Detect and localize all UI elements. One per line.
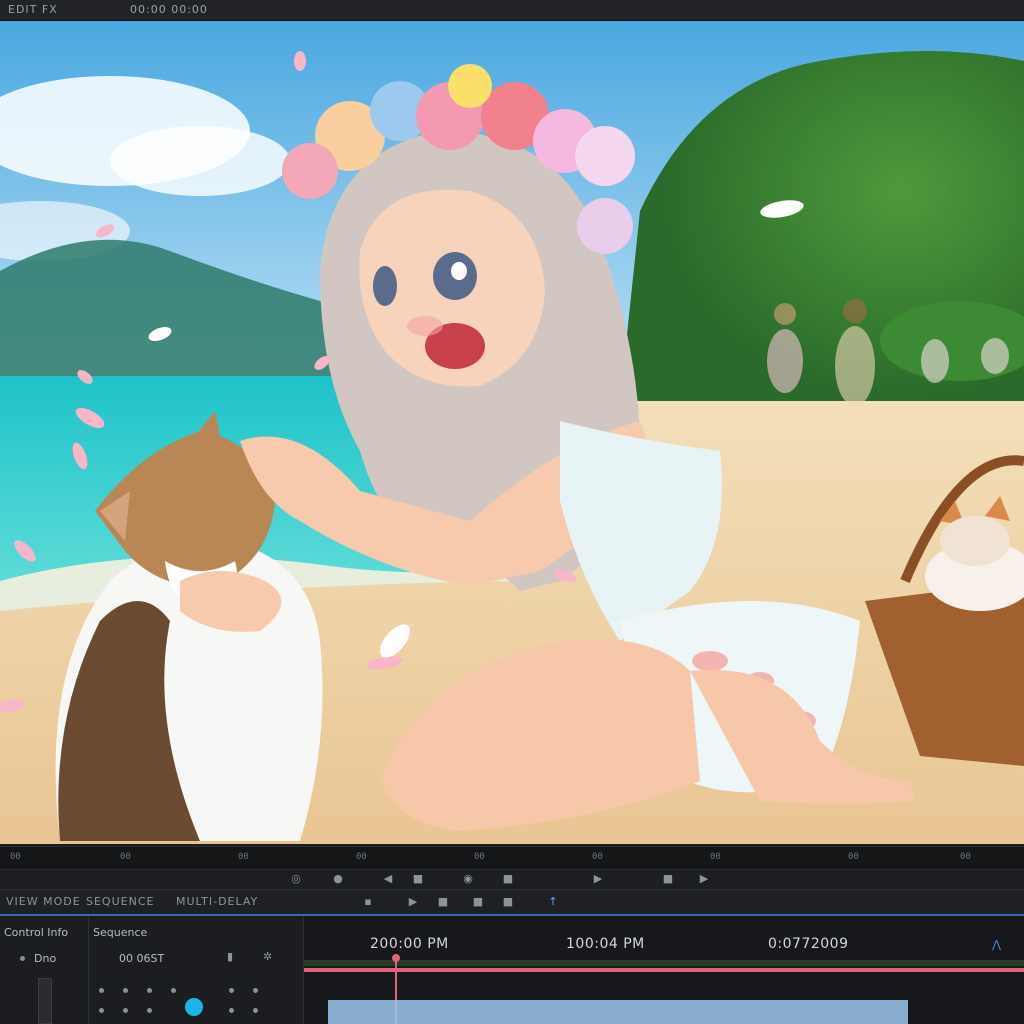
ruler-tick-label: 00 — [474, 852, 485, 862]
video-clip[interactable] — [328, 1000, 908, 1024]
stop-icon[interactable]: ■ — [500, 872, 516, 886]
bars-icon[interactable]: ▮ — [227, 950, 233, 963]
tab-multi-delay[interactable]: MULTI-DELAY — [176, 895, 258, 908]
gear-icon[interactable]: ✲ — [263, 950, 272, 963]
ruler-tick-label: 00 — [592, 852, 603, 862]
control-dot[interactable] — [99, 988, 104, 993]
panel-tab-strip: VIEW MODE SEQUENCE MULTI-DELAY ▪ ▶ ■ ■ ■… — [0, 889, 1024, 916]
menu-label[interactable]: EDIT FX — [8, 3, 58, 16]
zoom-icon[interactable]: ⋀ — [992, 938, 1001, 951]
control-info-panel: Control Info Dno — [0, 916, 89, 1024]
app-title-bar: EDIT FX 00:00 00:00 — [0, 0, 1024, 21]
ruler-tick-label: 00 — [710, 852, 721, 862]
control-dot[interactable] — [147, 988, 152, 993]
timeline-panel[interactable]: 200:00 PM 100:04 PM 0:0772009 ⋀ — [304, 916, 1024, 1024]
transport-controls: ◎ ● ◀ ■ ◉ ■ ▶ ■ ▶ — [0, 870, 1024, 888]
panel-title: Control Info — [4, 926, 69, 939]
loop-icon[interactable]: ◎ — [288, 872, 304, 886]
record-icon[interactable]: ● — [330, 872, 346, 886]
play-head-icon[interactable]: ◉ — [460, 872, 476, 886]
panel-title: Sequence — [93, 926, 148, 939]
active-toggle-button[interactable] — [185, 998, 203, 1016]
preview-viewer[interactable] — [0, 21, 1024, 844]
panel-value: Dno — [34, 952, 57, 965]
stop-icon[interactable]: ■ — [470, 895, 486, 909]
control-dot[interactable] — [147, 1008, 152, 1013]
control-dot[interactable] — [99, 1008, 104, 1013]
ruler-tick-label: 00 — [120, 852, 131, 862]
vertical-fader[interactable] — [38, 978, 52, 1024]
step-forward-icon[interactable]: ▶ — [696, 872, 712, 886]
control-dot[interactable] — [229, 988, 234, 993]
timecode-start: 200:00 PM — [370, 936, 449, 952]
timeline-range-bar[interactable] — [304, 968, 1024, 972]
timecode-readout: 00:00 00:00 — [130, 3, 208, 16]
ruler-tick-label: 00 — [848, 852, 859, 862]
status-dot — [20, 956, 25, 961]
sequence-panel: Sequence 00 06ST ▮ ✲ — [89, 916, 304, 1024]
audio-waveform-strip — [304, 960, 1024, 966]
time-ruler[interactable]: 00 00 00 00 00 00 00 00 00 — [0, 846, 1024, 870]
play-icon[interactable]: ▶ — [405, 895, 421, 909]
tab-sequence[interactable]: SEQUENCE — [86, 895, 154, 908]
ruler-tick-label: 00 — [10, 852, 21, 862]
play-icon[interactable]: ▶ — [590, 872, 606, 886]
control-dot[interactable] — [253, 1008, 258, 1013]
timecode-mid: 100:04 PM — [566, 936, 645, 952]
marker-icon[interactable]: ↑ — [545, 895, 561, 909]
tab-view-mode[interactable]: VIEW MODE — [6, 895, 81, 908]
ruler-tick-label: 00 — [356, 852, 367, 862]
playhead-handle[interactable] — [392, 954, 400, 962]
stop-icon[interactable]: ■ — [660, 872, 676, 886]
control-dot[interactable] — [253, 988, 258, 993]
small-stop-icon[interactable]: ▪ — [360, 895, 376, 909]
control-dot[interactable] — [123, 988, 128, 993]
panel-value: 00 06ST — [119, 952, 165, 965]
preview-frame-image — [0, 21, 1024, 844]
ruler-tick-label: 00 — [960, 852, 971, 862]
control-dot[interactable] — [123, 1008, 128, 1013]
stop-icon[interactable]: ■ — [410, 872, 426, 886]
step-back-icon[interactable]: ◀ — [380, 872, 396, 886]
stop-icon[interactable]: ■ — [500, 895, 516, 909]
ruler-tick-label: 00 — [238, 852, 249, 862]
timecode-end: 0:0772009 — [768, 936, 849, 952]
control-dot[interactable] — [229, 1008, 234, 1013]
stop-icon[interactable]: ■ — [435, 895, 451, 909]
control-dot[interactable] — [171, 988, 176, 993]
